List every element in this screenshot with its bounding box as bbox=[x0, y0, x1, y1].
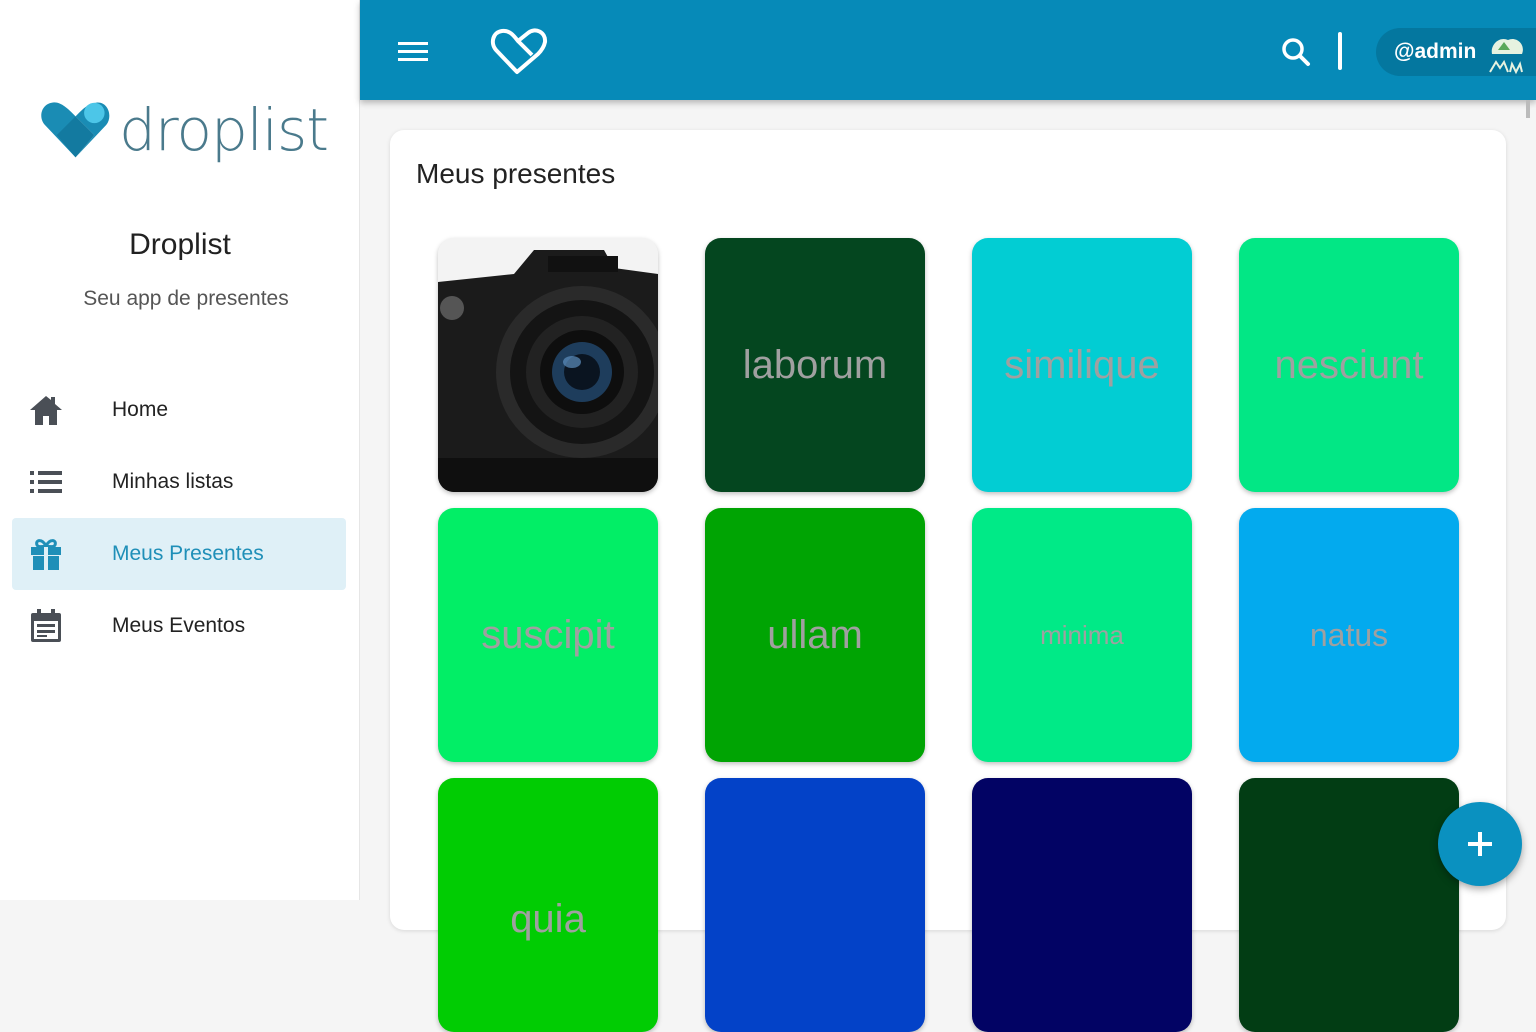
app-title: Droplist bbox=[129, 228, 231, 261]
gift-label: natus bbox=[1309, 616, 1389, 653]
app-subtitle: Seu app de presentes bbox=[83, 287, 289, 310]
gift-tile-camera[interactable] bbox=[438, 238, 658, 492]
heart-icon[interactable] bbox=[488, 24, 550, 78]
gift-tile[interactable]: suscipit bbox=[438, 508, 658, 762]
gift-tile[interactable]: natus bbox=[1239, 508, 1459, 762]
droplist-logo-icon bbox=[41, 102, 110, 158]
gift-tile[interactable]: laborum bbox=[705, 238, 925, 492]
sidebar-item-label: Home bbox=[112, 398, 169, 421]
gift-tile[interactable]: minima bbox=[972, 508, 1192, 762]
username-label: @admin bbox=[1394, 40, 1477, 63]
gift-tile[interactable]: ullam bbox=[705, 508, 925, 762]
add-gift-button[interactable] bbox=[1438, 802, 1522, 886]
gift-label: ullam bbox=[767, 612, 863, 657]
toolbar-divider bbox=[1338, 32, 1342, 70]
user-menu-button[interactable]: @admin bbox=[1376, 28, 1536, 76]
gift-tile[interactable]: similique bbox=[972, 238, 1192, 492]
gift-label: suscipit bbox=[481, 612, 615, 657]
page-title: Meus presentes bbox=[416, 158, 616, 189]
search-icon[interactable] bbox=[1278, 34, 1314, 68]
sidebar-item-label: Meus Presentes bbox=[112, 542, 264, 565]
gift-tile[interactable]: nesciunt bbox=[1239, 238, 1459, 492]
brand-name: droplist bbox=[119, 96, 329, 164]
sidebar-item-meus-eventos[interactable]: Meus Eventos bbox=[12, 590, 346, 662]
gift-label: nesciunt bbox=[1274, 342, 1424, 387]
sidebar-item-meus-presentes[interactable]: Meus Presentes bbox=[12, 518, 346, 590]
gifts-card: Meus presentes laborum similique nesciun… bbox=[390, 130, 1506, 1032]
top-app-bar: @admin bbox=[360, 0, 1536, 100]
gift-label: laborum bbox=[742, 342, 888, 387]
plus-icon bbox=[1468, 832, 1492, 856]
gift-tile[interactable] bbox=[972, 778, 1192, 1032]
gift-icon bbox=[14, 534, 78, 574]
sidebar-item-minhas-listas[interactable]: Minhas listas bbox=[12, 446, 346, 518]
scrollbar[interactable] bbox=[1526, 100, 1530, 118]
home-icon bbox=[14, 390, 78, 430]
sidebar: droplist Droplist Seu app de presentes H… bbox=[0, 0, 360, 900]
gift-tile[interactable] bbox=[1239, 778, 1459, 1032]
list-icon bbox=[14, 462, 78, 502]
camera-image bbox=[438, 238, 658, 492]
sidebar-item-home[interactable]: Home bbox=[12, 374, 346, 446]
gift-label: minima bbox=[1040, 619, 1124, 650]
gift-label: quia bbox=[510, 897, 586, 941]
sidebar-item-label: Minhas listas bbox=[112, 470, 234, 493]
calendar-icon bbox=[14, 606, 78, 646]
brand-logo[interactable]: droplist bbox=[38, 90, 329, 170]
gift-label: similique bbox=[1004, 342, 1160, 387]
gift-tile[interactable] bbox=[705, 778, 925, 1032]
gift-tile[interactable]: quia bbox=[438, 778, 658, 1032]
avatar-icon bbox=[1489, 38, 1524, 75]
sidebar-item-label: Meus Eventos bbox=[112, 614, 246, 637]
menu-icon[interactable] bbox=[394, 33, 434, 69]
sidebar-nav: Home Minhas listas Meus Presentes Meus E… bbox=[12, 374, 346, 662]
